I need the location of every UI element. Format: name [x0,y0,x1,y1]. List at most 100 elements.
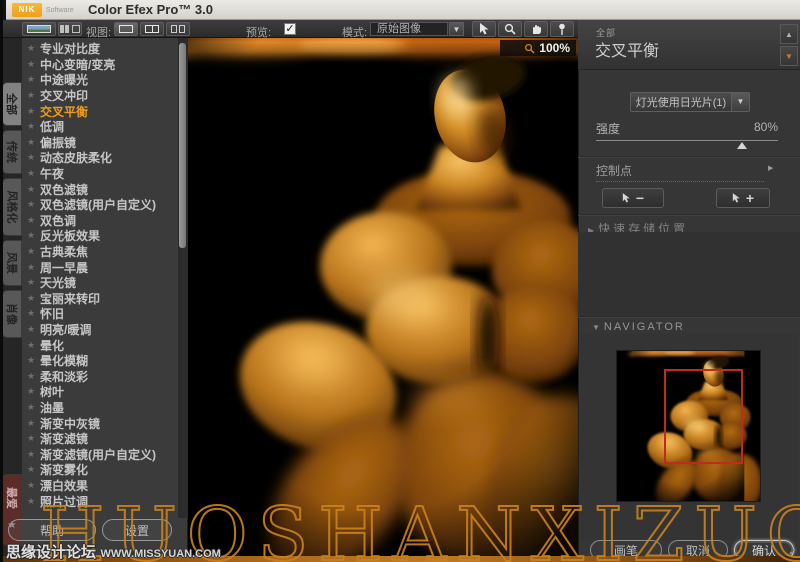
filter-item[interactable]: ★低调 [22,119,178,135]
panel-layout-button[interactable] [58,22,82,36]
filter-item[interactable]: ★明亮/暖调 [22,322,178,338]
select-tool-button[interactable] [472,21,496,37]
favorite-star-icon[interactable]: ★ [27,308,40,319]
filter-item[interactable]: ★天光镜 [22,275,178,291]
filter-item[interactable]: ★油墨 [22,400,178,416]
favorite-star-icon[interactable]: ★ [27,433,40,444]
view-split-button[interactable] [140,22,164,36]
filter-item[interactable]: ★反光板效果 [22,228,178,244]
favorite-star-icon[interactable]: ★ [27,262,40,273]
filter-item[interactable]: ★渐变雾化 [22,462,178,478]
add-control-point-button[interactable]: + [716,188,770,208]
favorite-star-icon[interactable]: ★ [27,59,40,70]
favorite-star-icon[interactable]: ★ [27,230,40,241]
settings-button[interactable]: 设置 [102,519,172,541]
filter-item[interactable]: ★宝丽来转印 [22,291,178,307]
filter-item[interactable]: ★双色滤镜 [22,181,178,197]
filter-item-label: 双色调 [40,212,76,229]
category-tab-strip: 全部传统风格化风景肖像最爱★ [0,38,22,562]
category-tab-4[interactable]: 风景 [2,240,22,286]
favorite-star-icon[interactable]: ★ [27,402,40,413]
filter-item[interactable]: ★周一早晨 [22,259,178,275]
method-dropdown[interactable]: 灯光使用日光片(1) ▼ [630,92,750,112]
filter-item[interactable]: ★照片过调 [22,493,178,509]
favorite-star-icon[interactable]: ★ [27,293,40,304]
favorite-star-icon[interactable]: ★ [27,168,40,179]
favorite-star-icon[interactable]: ★ [27,464,40,475]
filter-item[interactable]: ★渐变中灰镜 [22,415,178,431]
favorite-star-icon[interactable]: ★ [27,386,40,397]
filter-list-scrollbar-thumb[interactable] [179,43,186,248]
preview-canvas[interactable] [188,38,578,562]
filter-item[interactable]: ★双色调 [22,213,178,229]
previous-filter-button[interactable]: ▲ [780,24,798,44]
chevron-down-icon: ▼ [592,323,600,332]
filter-item[interactable]: ★动态皮肤柔化 [22,150,178,166]
favorite-star-icon[interactable]: ★ [27,74,40,85]
landscape-image-icon [27,25,51,33]
category-tab-3[interactable]: 风格化 [2,178,22,236]
filter-item[interactable]: ★交叉冲印 [22,88,178,104]
filter-item[interactable]: ★午夜 [22,166,178,182]
favorite-star-icon[interactable]: ★ [27,137,40,148]
filter-item-label: 专业对比度 [40,40,100,57]
favorite-star-icon[interactable]: ★ [27,371,40,382]
favorite-star-icon[interactable]: ★ [27,106,40,117]
favorite-star-icon[interactable]: ★ [27,418,40,429]
favorite-star-icon[interactable]: ★ [27,90,40,101]
zoom-tool-button[interactable] [498,21,522,37]
mode-select-arrow-icon[interactable]: ▼ [449,22,464,36]
toolbar: 视图: 预览: ✓ 模式: 原始图像 ▼ [0,20,578,38]
favorite-star-icon[interactable]: ★ [27,215,40,226]
mode-select[interactable]: 原始图像 [370,22,448,36]
filter-item[interactable]: ★柔和淡彩 [22,368,178,384]
view-sidebyside-button[interactable] [166,22,190,36]
filter-title: 交叉平衡 [595,37,659,61]
favorite-star-icon[interactable]: ★ [27,340,40,351]
navigator-section-header[interactable]: ▼NAVIGATOR [592,321,685,333]
favorite-star-icon[interactable]: ★ [27,199,40,210]
filter-item[interactable]: ★渐变滤镜 [22,431,178,447]
remove-control-point-button[interactable]: − [602,188,664,208]
favorite-star-icon[interactable]: ★ [27,480,40,491]
filter-item[interactable]: ★专业对比度 [22,41,178,57]
filter-item[interactable]: ★晕化模糊 [22,353,178,369]
strength-slider-track[interactable] [596,140,778,141]
favorite-star-icon[interactable]: ★ [27,496,40,507]
filter-item[interactable]: ★古典柔焦 [22,244,178,260]
filter-item[interactable]: ★中心变暗/变亮 [22,57,178,73]
filter-item[interactable]: ★怀旧 [22,306,178,322]
category-tab-5[interactable]: 肖像 [2,290,22,338]
favorite-star-icon[interactable]: ★ [27,246,40,257]
favorite-star-icon[interactable]: ★ [27,324,40,335]
strength-slider-handle[interactable] [737,142,747,149]
category-tab-2[interactable]: 传统 [2,130,22,174]
filter-item[interactable]: ★交叉平衡 [22,103,178,119]
filter-item[interactable]: ★漂白效果 [22,478,178,494]
favorite-star-icon[interactable]: ★ [27,152,40,163]
help-button[interactable]: 帮助 [8,519,96,541]
pan-tool-button[interactable] [524,21,548,37]
filter-item[interactable]: ★晕化 [22,337,178,353]
view-single-button[interactable] [114,22,138,36]
favorite-star-icon[interactable]: ★ [27,449,40,460]
navigator-view-rectangle[interactable] [664,369,743,464]
filter-item[interactable]: ★树叶 [22,384,178,400]
filter-item[interactable]: ★双色滤镜(用户自定义) [22,197,178,213]
favorite-star-icon[interactable]: ★ [27,121,40,132]
favorite-star-icon[interactable]: ★ [27,184,40,195]
filter-item[interactable]: ★渐变滤镜(用户自定义) [22,446,178,462]
favorite-star-icon[interactable]: ★ [27,277,40,288]
nik-logo: NIK [12,3,42,17]
control-point-tool-button[interactable] [550,21,574,37]
category-tab-1[interactable]: 全部 [2,82,22,126]
navigator-thumbnail[interactable] [616,350,761,502]
control-points-expand-icon[interactable]: ▶ [768,164,773,172]
favorite-star-icon[interactable]: ★ [27,43,40,54]
favorite-star-icon[interactable]: ★ [27,355,40,366]
image-thumbnail-button[interactable] [22,22,56,36]
filter-item[interactable]: ★中途曝光 [22,72,178,88]
next-filter-button[interactable]: ▼ [780,46,798,66]
filter-item[interactable]: ★偏振镜 [22,135,178,151]
preview-checkbox[interactable]: ✓ [284,23,296,35]
